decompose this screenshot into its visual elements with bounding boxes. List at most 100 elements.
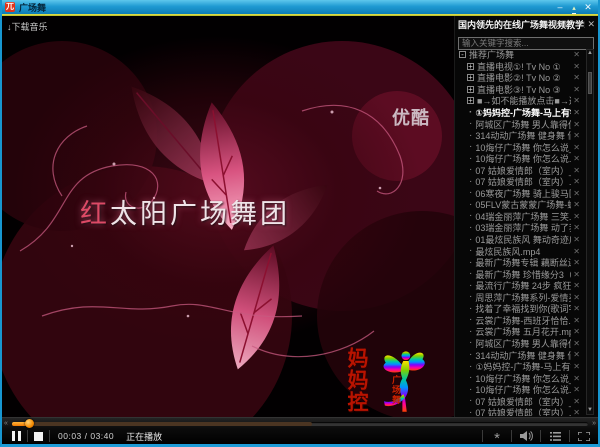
remove-item-icon[interactable]: ✕: [573, 62, 580, 71]
remove-item-icon[interactable]: ✕: [573, 50, 580, 59]
playlist-item[interactable]: ·10烸仔广场舞 你怎么说_001.n✕: [456, 141, 583, 153]
volume-button[interactable]: [518, 431, 534, 441]
expand-icon[interactable]: +: [467, 97, 474, 104]
remove-item-icon[interactable]: ✕: [573, 189, 580, 198]
remove-item-icon[interactable]: ✕: [573, 327, 580, 336]
remove-item-icon[interactable]: ✕: [573, 339, 580, 348]
bullet-icon: ·: [469, 119, 472, 129]
remove-item-icon[interactable]: ✕: [573, 223, 580, 232]
playlist-item[interactable]: ·10烸仔广场舞 你怎么说.mp4✕: [456, 384, 583, 396]
scrollbar-track[interactable]: ▲ ▼: [586, 49, 594, 415]
remove-item-icon[interactable]: ✕: [573, 235, 580, 244]
remove-item-icon[interactable]: ✕: [573, 281, 580, 290]
remove-item-icon[interactable]: ✕: [573, 200, 580, 209]
remove-item-icon[interactable]: ✕: [573, 154, 580, 163]
remove-item-icon[interactable]: ✕: [573, 350, 580, 359]
remove-item-icon[interactable]: ✕: [573, 85, 580, 94]
search-input[interactable]: [458, 37, 594, 50]
expand-icon[interactable]: +: [467, 63, 474, 70]
remove-item-icon[interactable]: ✕: [573, 73, 580, 82]
playlist-item[interactable]: ·云裳广场舞-西班牙恰恰.mp4✕: [456, 315, 583, 327]
remove-item-icon[interactable]: ✕: [573, 397, 580, 406]
playlist-item[interactable]: ·07 姑娘爱情郎（室内）_001.n✕: [456, 164, 583, 176]
remove-item-icon[interactable]: ✕: [573, 131, 580, 140]
scrollbar-up-icon[interactable]: ▲: [587, 50, 593, 57]
playlist-item[interactable]: ·最炫民族风.mp4✕: [456, 245, 583, 257]
video-surface[interactable]: ↓下载音乐 优酷 红太阳广场舞团 妈妈控: [2, 16, 454, 417]
remove-item-icon[interactable]: ✕: [573, 108, 580, 117]
remove-item-icon[interactable]: ✕: [573, 258, 580, 267]
sidebar-header-text: 国内领先的在线广场舞视频教学!!Www: [458, 18, 585, 31]
playlist-item[interactable]: ·①妈妈控-广场舞-马上有钱.mp✕: [456, 361, 583, 373]
expand-icon[interactable]: +: [467, 86, 474, 93]
scrollbar-down-icon[interactable]: ▼: [587, 407, 593, 414]
playlist-item[interactable]: ·云裳广场舞 五月花开.mp4✕: [456, 326, 583, 338]
tree-node[interactable]: +直播电影③! Tv No ③✕: [456, 84, 583, 96]
close-button[interactable]: ✕: [581, 2, 595, 13]
playlist-item[interactable]: ·最新广场舞专辑 藕断丝连 云裳✕: [456, 257, 583, 269]
remove-item-icon[interactable]: ✕: [573, 96, 580, 105]
remove-item-icon[interactable]: ✕: [573, 316, 580, 325]
seek-back-icon[interactable]: «: [4, 419, 8, 428]
minimize-button[interactable]: –: [553, 2, 567, 13]
bullet-icon: ·: [469, 350, 472, 360]
playlist-item[interactable]: ·314动动广场舞 健身舞 俏点缀!✕: [456, 349, 583, 361]
remove-item-icon[interactable]: ✕: [573, 247, 580, 256]
remove-item-icon[interactable]: ✕: [573, 270, 580, 279]
fullscreen-button[interactable]: [576, 432, 592, 441]
remove-item-icon[interactable]: ✕: [573, 408, 580, 416]
window-title: 广场舞: [19, 1, 553, 14]
mamakong-logo: 妈妈控 广场舞: [345, 347, 445, 417]
expand-icon[interactable]: +: [467, 74, 474, 81]
playlist-item[interactable]: ·阿城区广场舞 男人靠得住 好✕: [456, 118, 583, 130]
seek-thumb[interactable]: [25, 419, 34, 428]
playlist-item[interactable]: ·04瑞金丽萍广场舞 三笑.mp4✕: [456, 211, 583, 223]
bullet-icon: ·: [469, 246, 472, 256]
remove-item-icon[interactable]: ✕: [573, 177, 580, 186]
playlist-item[interactable]: ·①妈妈控-广场舞-马上有钱.mp✕: [456, 107, 583, 119]
remove-item-icon[interactable]: ✕: [573, 374, 580, 383]
collapse-icon[interactable]: -: [459, 51, 466, 58]
settings-button[interactable]: *: [489, 427, 505, 445]
playlist-item[interactable]: ·周思萍广场舞系列-爱情买卖 吉✕: [456, 291, 583, 303]
tree-node[interactable]: +■→如不能播放点击■→这里✕: [456, 95, 583, 107]
playlist-item[interactable]: ·314动动广场舞 健身舞 俏点缀!✕: [456, 130, 583, 142]
remove-item-icon[interactable]: ✕: [573, 362, 580, 371]
playlist-item[interactable]: ·最流行广场舞 24步 疯狂爱爱爱✕: [456, 280, 583, 292]
divider: [482, 430, 483, 442]
download-music-link[interactable]: ↓下载音乐: [7, 20, 48, 33]
remove-item-icon[interactable]: ✕: [573, 166, 580, 175]
playlist-item[interactable]: ·03瑞金丽萍广场舞 动了我的情✕: [456, 222, 583, 234]
seek-track[interactable]: [12, 422, 588, 426]
sidebar-close-icon[interactable]: ✕: [587, 19, 595, 30]
remove-item-icon[interactable]: ✕: [573, 143, 580, 152]
playlist-item[interactable]: ·07 姑娘爱情郎（室内）_001.n✕: [456, 395, 583, 407]
playlist-item[interactable]: ·05FLV蒙古蒙蒙广场舞-蝴蝶姑✕: [456, 199, 583, 211]
tree-node[interactable]: +直播电影②! Tv No ②✕: [456, 72, 583, 84]
stop-button[interactable]: [34, 432, 43, 441]
tree-node[interactable]: +直播电视①! Tv No ①✕: [456, 61, 583, 73]
remove-item-icon[interactable]: ✕: [573, 385, 580, 394]
maximize-button[interactable]: ▴: [567, 2, 581, 13]
playlist-item[interactable]: ·07 姑娘爱情郎（室内）.mp4✕: [456, 407, 583, 416]
playlist-sidebar: 国内领先的在线广场舞视频教学!!Www ✕ -推荐广场舞✕+直播电视①! Tv …: [454, 16, 598, 417]
remove-item-icon[interactable]: ✕: [573, 304, 580, 313]
playlist-item[interactable]: ·06寒夜广场舞 骑上骏马回草原✕: [456, 188, 583, 200]
playlist-toggle-button[interactable]: [547, 432, 563, 441]
playlist-item[interactable]: ·07 姑娘爱情郎（室内）.mp4✕: [456, 176, 583, 188]
seek-forward-icon[interactable]: »: [592, 419, 596, 428]
player-controls-bar: « » 00:03 / 03:40 正在播放 *: [2, 417, 598, 444]
playlist-item[interactable]: ·最新广场舞 珍惜缘分3（d歌词✕: [456, 268, 583, 280]
scrollbar-thumb[interactable]: [588, 72, 592, 94]
remove-item-icon[interactable]: ✕: [573, 120, 580, 129]
remove-item-icon[interactable]: ✕: [573, 293, 580, 302]
pause-button[interactable]: [12, 431, 21, 441]
playlist-item[interactable]: ·阿城区广场舞 男人靠得住 好✕: [456, 338, 583, 350]
playlist-item[interactable]: ·10烸仔广场舞 你怎么说_001.n✕: [456, 372, 583, 384]
playlist-item[interactable]: ·10烸仔广场舞 你怎么说.mp4✕: [456, 153, 583, 165]
remove-item-icon[interactable]: ✕: [573, 212, 580, 221]
settings-icon: *: [494, 435, 500, 443]
tree-node[interactable]: -推荐广场舞✕: [456, 49, 583, 61]
playlist-item[interactable]: ·01最炫民族风 舞动奇迹广场舞✕: [456, 234, 583, 246]
playlist-item[interactable]: ·找着了幸福找到你(歌词字幕)卷✕: [456, 303, 583, 315]
